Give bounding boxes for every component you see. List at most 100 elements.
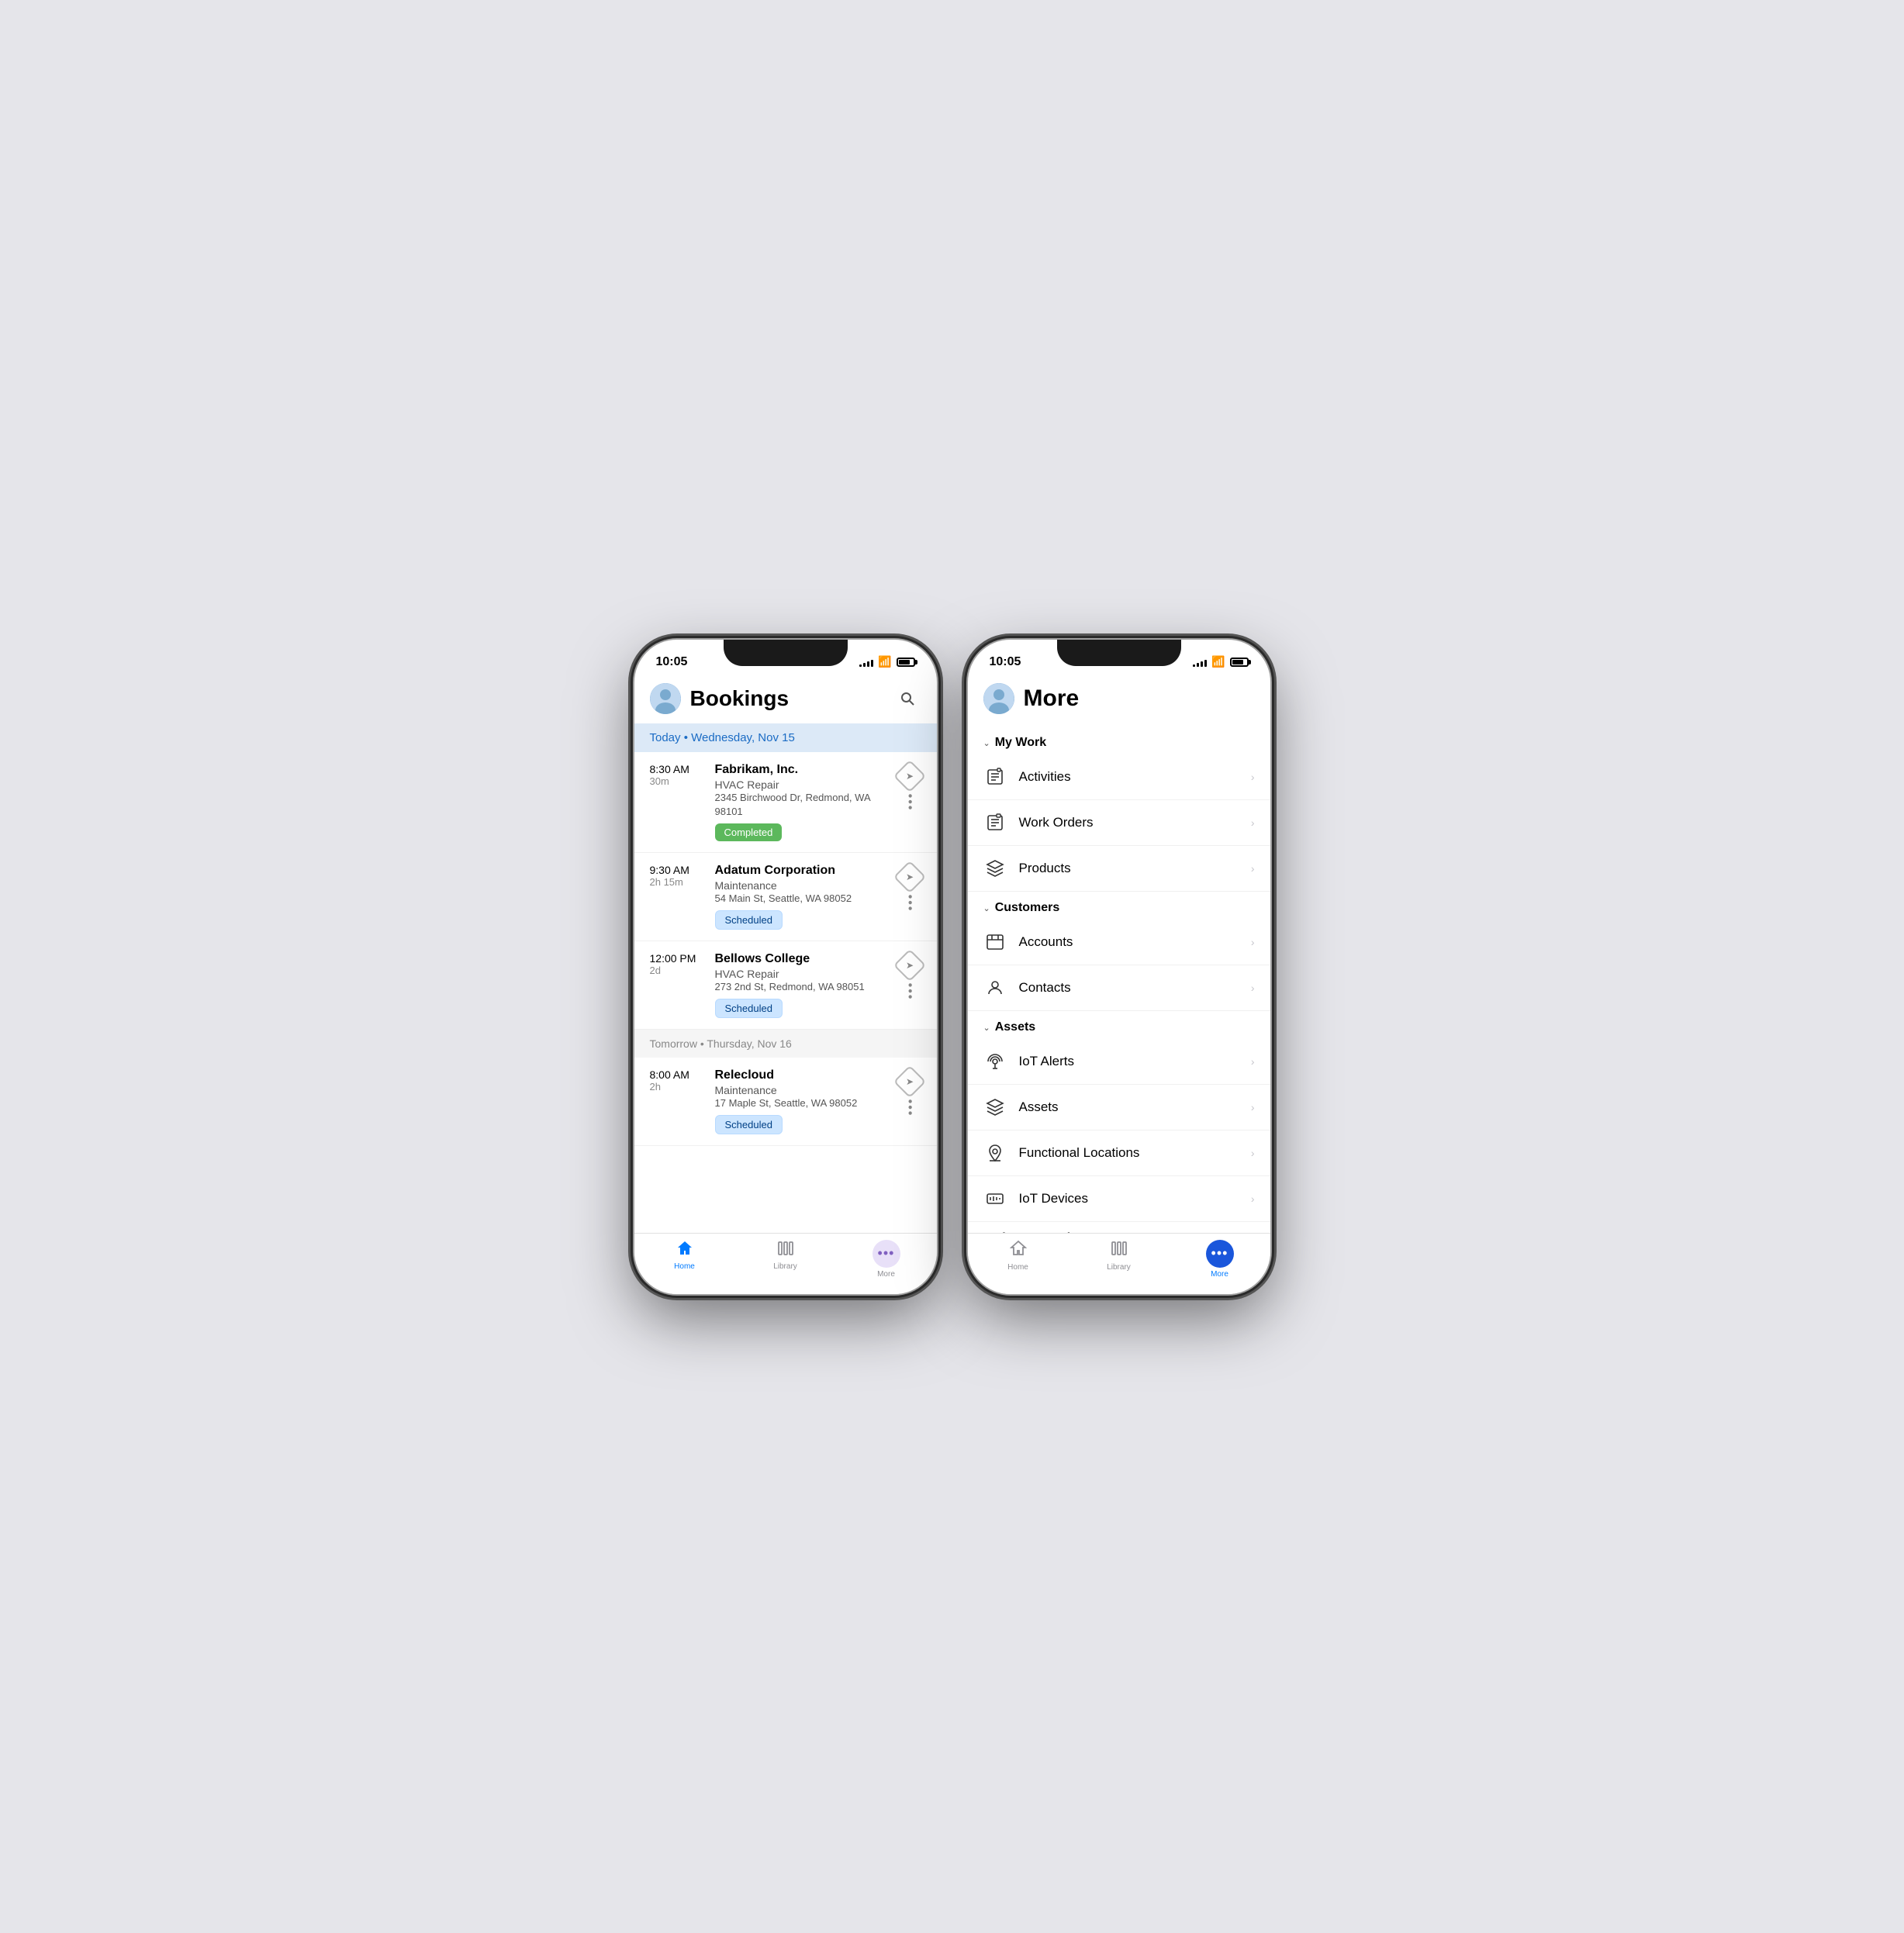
more-options-icon[interactable]: ••• [903,793,917,811]
more-dots-active-icon: ••• [1211,1245,1228,1262]
contacts-icon [983,976,1007,999]
booking-details: Adatum Corporation Maintenance 54 Main S… [715,864,889,930]
more-options-icon[interactable]: ••• [903,1099,917,1117]
tab-home-label: Home [1007,1263,1028,1272]
bookings-title: Bookings [690,686,790,711]
wifi-icon: 📶 [1211,655,1225,668]
status-icons: 📶 [859,655,914,668]
section-customers: ⌄ Customers [968,892,1270,920]
booking-item-fabrikam[interactable]: 8:30 AM 30m Fabrikam, Inc. HVAC Repair 2… [634,752,937,853]
booking-details: Relecloud Maintenance 17 Maple St, Seatt… [715,1068,889,1134]
menu-item-work-orders[interactable]: Work Orders › [968,800,1270,846]
library-icon [1111,1240,1128,1261]
signal-icon [859,658,873,667]
more-options-icon[interactable]: ••• [903,894,917,912]
iot-alerts-icon [983,1050,1007,1073]
navigate-icon[interactable]: ➤ [893,759,925,792]
functional-locations-icon [983,1141,1007,1165]
today-date-header: Today • Wednesday, Nov 15 [634,723,937,752]
chevron-right-icon: › [1251,1101,1255,1113]
menu-item-label: Contacts [1019,980,1239,996]
tab-library[interactable]: Library [735,1240,836,1279]
more-title: More [1024,685,1080,712]
menu-item-assets[interactable]: Assets › [968,1085,1270,1130]
status-badge-scheduled: Scheduled [715,910,783,930]
products-icon [983,857,1007,880]
booking-actions: ➤ ••• [898,1068,921,1115]
avatar[interactable] [983,683,1014,714]
more-active-bubble: ••• [1206,1240,1234,1268]
bookings-header: Bookings [634,677,937,723]
section-my-work: ⌄ My Work [968,727,1270,754]
signal-icon [1193,658,1207,667]
library-icon [777,1240,794,1260]
chevron-right-icon: › [1251,816,1255,829]
assets-icon [983,1096,1007,1119]
tab-bar: Home Library ••• More [968,1233,1270,1294]
menu-item-accounts[interactable]: Accounts › [968,920,1270,965]
accounts-icon [983,930,1007,954]
phone-more: 10:05 📶 More [968,640,1270,1294]
status-time: 10:05 [656,655,688,669]
search-button[interactable] [893,685,921,713]
menu-item-functional-locations[interactable]: Functional Locations › [968,1130,1270,1176]
chevron-right-icon: › [1251,936,1255,948]
tab-more-label: More [877,1270,895,1279]
status-icons: 📶 [1193,655,1248,668]
tab-bar: Home Library ••• More [634,1233,937,1294]
battery-icon [897,658,915,667]
tab-library-label: Library [1107,1263,1131,1272]
wifi-icon: 📶 [878,655,891,668]
menu-item-label: Activities [1019,769,1239,785]
booking-item-bellows[interactable]: 12:00 PM 2d Bellows College HVAC Repair … [634,941,937,1030]
section-assets: ⌄ Assets [968,1011,1270,1039]
bookings-content[interactable]: Bookings Today • Wednesday, Nov 15 8:30 … [634,677,937,1233]
chevron-right-icon: › [1251,1193,1255,1205]
navigate-icon[interactable]: ➤ [893,861,925,893]
chevron-down-icon: ⌄ [983,903,990,913]
booking-actions: ➤ ••• [898,763,921,809]
menu-item-contacts[interactable]: Contacts › [968,965,1270,1011]
section-time-reporting: ⌄ Time Reporting [968,1222,1270,1233]
tab-home[interactable]: Home [968,1240,1069,1279]
booking-item-relecloud[interactable]: 8:00 AM 2h Relecloud Maintenance 17 Mapl… [634,1058,937,1146]
booking-actions: ➤ ••• [898,952,921,999]
status-time: 10:05 [990,655,1021,669]
more-options-icon[interactable]: ••• [903,983,917,1001]
more-content[interactable]: More ⌄ My Work Activities › [968,677,1270,1233]
tab-home[interactable]: Home [634,1240,735,1279]
iot-devices-icon [983,1187,1007,1210]
booking-time: 12:00 PM 2d [650,952,706,976]
booking-time: 8:00 AM 2h [650,1068,706,1092]
booking-time: 8:30 AM 30m [650,763,706,787]
chevron-right-icon: › [1251,982,1255,994]
tab-library[interactable]: Library [1069,1240,1170,1279]
chevron-right-icon: › [1251,771,1255,783]
menu-item-iot-alerts[interactable]: IoT Alerts › [968,1039,1270,1085]
tab-more[interactable]: ••• More [836,1240,937,1279]
menu-item-label: Functional Locations [1019,1145,1239,1161]
navigate-icon[interactable]: ➤ [893,1065,925,1098]
navigate-icon[interactable]: ➤ [893,949,925,982]
menu-item-activities[interactable]: Activities › [968,754,1270,800]
tab-more-label: More [1211,1270,1228,1279]
battery-icon [1230,658,1249,667]
menu-item-label: Products [1019,861,1239,876]
booking-item-adatum[interactable]: 9:30 AM 2h 15m Adatum Corporation Mainte… [634,853,937,941]
menu-item-products[interactable]: Products › [968,846,1270,892]
avatar[interactable] [650,683,681,714]
status-badge-scheduled: Scheduled [715,999,783,1018]
booking-time: 9:30 AM 2h 15m [650,864,706,888]
menu-item-label: Assets [1019,1099,1239,1115]
more-tab-bubble: ••• [873,1240,900,1268]
menu-item-label: Work Orders [1019,815,1239,830]
chevron-down-icon: ⌄ [983,738,990,748]
tab-more-active[interactable]: ••• More [1170,1240,1270,1279]
menu-item-label: IoT Alerts [1019,1054,1239,1069]
menu-item-iot-devices[interactable]: IoT Devices › [968,1176,1270,1222]
tab-home-label: Home [674,1262,695,1271]
menu-item-label: Accounts [1019,934,1239,950]
chevron-right-icon: › [1251,1055,1255,1068]
booking-details: Fabrikam, Inc. HVAC Repair 2345 Birchwoo… [715,763,889,841]
activities-icon [983,765,1007,789]
